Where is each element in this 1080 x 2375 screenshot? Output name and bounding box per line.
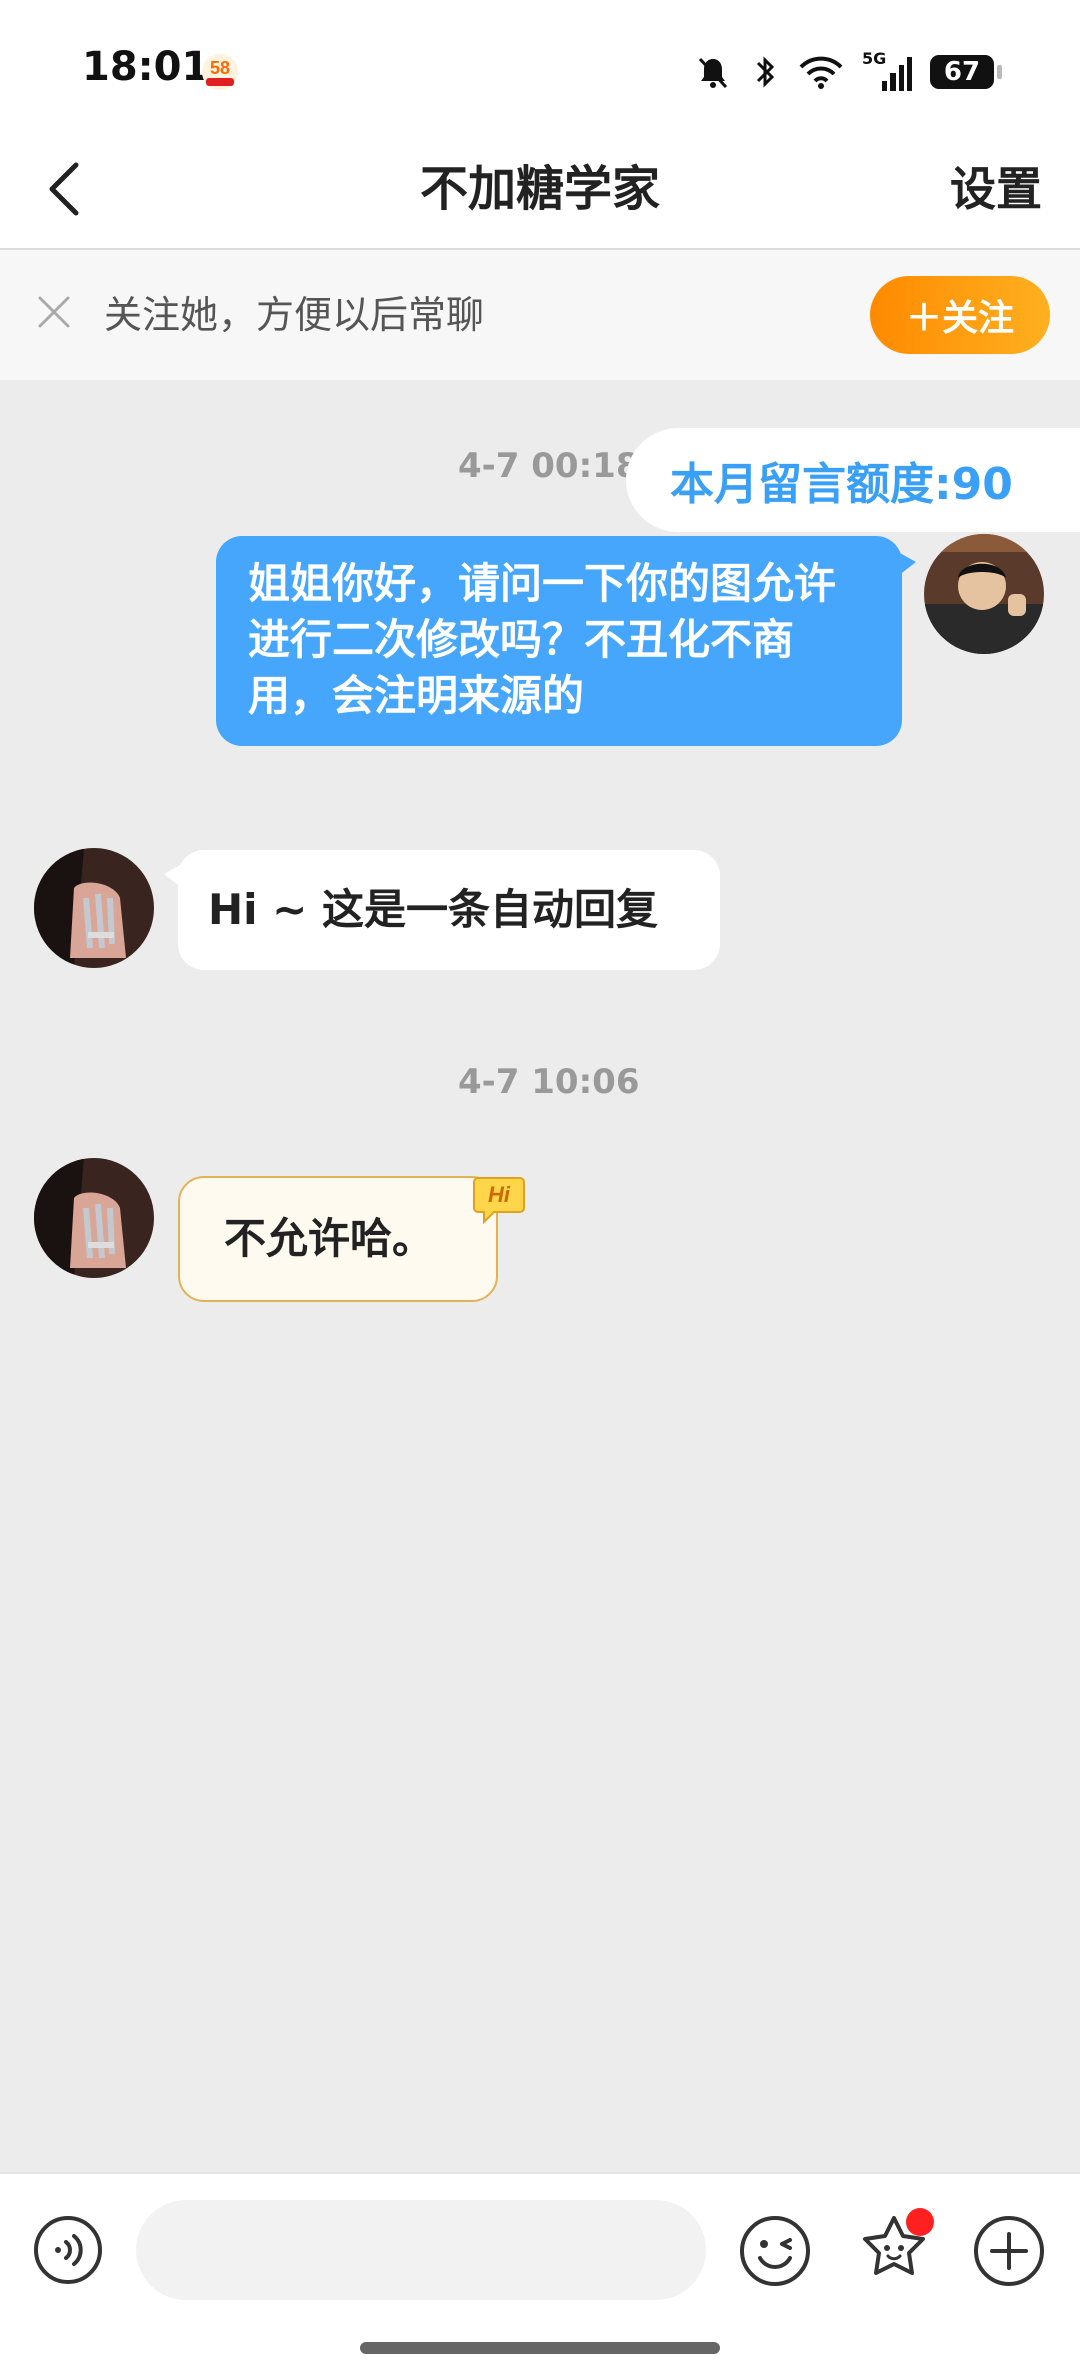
contact-avatar[interactable] [34, 1158, 154, 1278]
network-label: 5G [862, 49, 887, 68]
follow-button[interactable]: ＋关注 [870, 276, 1050, 354]
voice-icon[interactable] [32, 2214, 104, 2286]
home-indicator[interactable] [360, 2342, 720, 2354]
status-time: 18:01 [82, 44, 210, 90]
received-message-bubble[interactable]: 不允许哈。 [178, 1176, 498, 1302]
sent-message-bubble[interactable]: 姐姐你好，请问一下你的图允许进行二次修改吗？不丑化不商用，会注明来源的 [216, 536, 916, 746]
follow-banner: 关注她，方便以后常聊 ＋关注 [0, 250, 1080, 380]
back-button[interactable] [34, 154, 94, 224]
input-bar [0, 2172, 1080, 2375]
received-message-text: 不允许哈。 [224, 1214, 435, 1263]
plus-icon[interactable] [972, 2214, 1046, 2288]
mute-bell-icon [698, 57, 728, 89]
status-bar: 18:01 58 5G 67 [0, 0, 1080, 130]
contact-photo-icon [34, 848, 154, 968]
auto-reply-bubble[interactable]: Hi ~ 这是一条自动回复 [164, 850, 720, 970]
nav-bar: 不加糖学家 设置 [0, 130, 1080, 250]
message-timestamp: 4-7 10:06 [458, 1062, 640, 1102]
follow-banner-text: 关注她，方便以后常聊 [104, 293, 485, 337]
bluetooth-icon [756, 56, 775, 88]
message-quota-badge: 本月留言额度:90 [626, 428, 1080, 532]
emoji-icon[interactable] [738, 2214, 812, 2288]
wifi-icon [799, 56, 843, 89]
contact-avatar[interactable] [34, 848, 154, 968]
user-photo-icon [924, 534, 1044, 654]
hi-badge-icon: Hi [473, 1177, 525, 1225]
battery-icon: 67 [930, 55, 1002, 89]
contact-photo-icon [34, 1158, 154, 1278]
signal-5g-icon: 5G [862, 49, 912, 91]
page-title: 不加糖学家 [419, 161, 660, 217]
status-icons: 5G 67 [694, 49, 1002, 94]
settings-button[interactable]: 设置 [950, 158, 1042, 220]
svg-text:58: 58 [210, 58, 230, 78]
auto-reply-text: Hi ~ 这是一条自动回复 [208, 885, 658, 934]
message-timestamp: 4-7 00:18 [458, 446, 640, 486]
notification-dot [906, 2208, 934, 2236]
close-icon[interactable] [32, 290, 76, 334]
message-input[interactable] [136, 2200, 706, 2300]
app-58-icon: 58 [202, 54, 238, 90]
chevron-left-icon [49, 162, 79, 216]
my-avatar[interactable] [924, 534, 1044, 654]
hi-badge-label: Hi [488, 1182, 511, 1207]
